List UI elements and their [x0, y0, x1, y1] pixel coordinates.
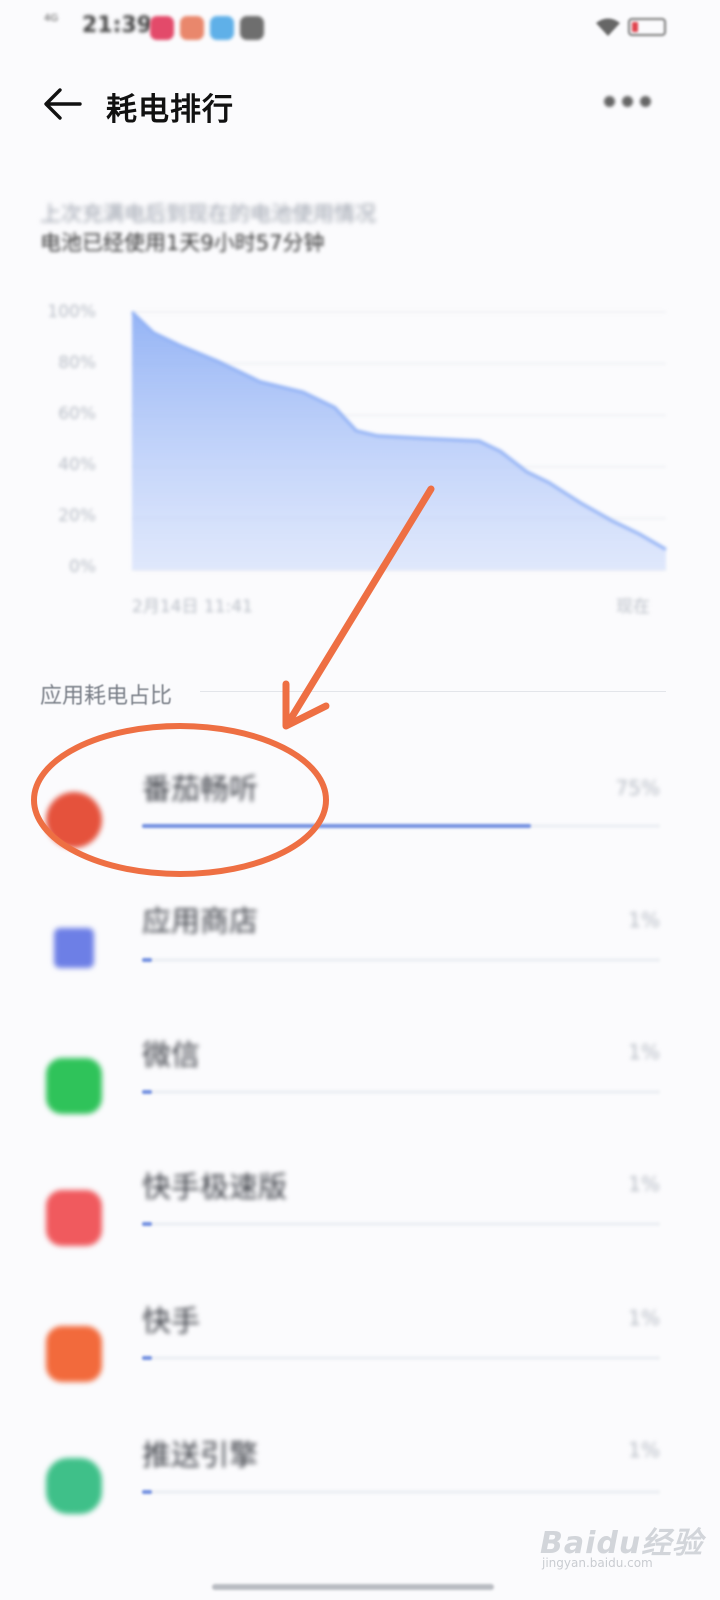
notification-icon — [180, 16, 204, 40]
notification-icon — [240, 16, 264, 40]
usage-fill — [142, 1090, 153, 1094]
watermark-url: jingyan.baidu.com — [542, 1556, 653, 1570]
usage-bar — [142, 824, 660, 828]
usage-fill — [142, 1490, 153, 1494]
app-row-kuaishou-lite[interactable]: 快手极速版 1% — [0, 1136, 720, 1268]
status-bar: 4G 21:39 — [0, 0, 720, 56]
usage-fill — [142, 958, 153, 962]
app-percent: 1% — [628, 1306, 660, 1330]
arrow-left-icon — [44, 88, 82, 120]
more-dots-icon — [604, 96, 615, 107]
usage-fill — [142, 824, 531, 828]
x-tick-start: 2月14日 11:41 — [132, 597, 253, 617]
status-time: 21:39 — [82, 13, 153, 38]
section-title: 应用耗电占比 — [40, 684, 173, 709]
app-name: 微信 — [142, 1038, 201, 1072]
app-store-icon — [54, 928, 94, 968]
summary-caption: 上次充满电后到现在的电池使用情况 — [40, 202, 376, 226]
wechat-icon — [46, 1058, 102, 1114]
usage-bar — [142, 958, 660, 962]
app-row-wechat[interactable]: 微信 1% — [0, 1004, 720, 1136]
app-name: 快手 — [142, 1304, 201, 1338]
wifi-icon — [596, 18, 620, 36]
usage-bar — [142, 1090, 660, 1094]
section-divider — [200, 691, 666, 692]
usage-bar — [142, 1222, 660, 1226]
home-indicator[interactable] — [212, 1584, 494, 1590]
battery-icon — [628, 18, 666, 36]
app-percent: 1% — [628, 1172, 660, 1196]
kuaishou-lite-icon — [46, 1190, 102, 1246]
push-engine-icon — [46, 1458, 102, 1514]
app-bar: 耗电排行 — [0, 56, 720, 148]
usage-bar — [142, 1356, 660, 1360]
battery-usage-duration: 电池已经使用1天9小时57分钟 — [40, 231, 325, 255]
battery-ranking-screen: 4G 21:39 耗电排行 上次充满电后到现在的电池使用情况 电池已经使用1天9… — [0, 0, 720, 1600]
app-percent: 1% — [628, 1040, 660, 1064]
tomato-app-icon — [46, 792, 102, 848]
usage-fill — [142, 1356, 153, 1360]
watermark: Baidu经验 jingyan.baidu.com — [540, 1518, 702, 1574]
network-indicator: 4G — [44, 13, 59, 24]
app-percent: 1% — [628, 1438, 660, 1462]
battery-level-chart: 100% 80% 60% 40% 20% 0% 2月14日 11:41 现在 — [0, 290, 720, 630]
notification-icon — [150, 16, 174, 40]
app-percent: 75% — [615, 776, 660, 800]
app-row-app-store[interactable]: 应用商店 1% — [0, 872, 720, 1004]
app-row-push-engine[interactable]: 推送引擎 1% — [0, 1400, 720, 1532]
app-name: 应用商店 — [142, 904, 259, 938]
app-name: 快手极速版 — [142, 1170, 288, 1204]
battery-level-area — [132, 312, 666, 570]
more-options-button[interactable] — [598, 86, 658, 116]
usage-bar — [142, 1490, 660, 1494]
app-row-kuaishou[interactable]: 快手 1% — [0, 1268, 720, 1400]
back-button[interactable] — [38, 80, 86, 128]
page-title: 耗电排行 — [106, 92, 234, 128]
x-tick-end: 现在 — [616, 597, 650, 617]
chart-plot — [130, 310, 667, 571]
kuaishou-icon — [46, 1326, 102, 1382]
notification-icon — [210, 16, 234, 40]
app-row-tomato[interactable]: 番茄畅听 75% — [0, 740, 720, 872]
app-name: 番茄畅听 — [142, 772, 259, 806]
usage-fill — [142, 1222, 153, 1226]
app-percent: 1% — [628, 908, 660, 932]
app-name: 推送引擎 — [142, 1438, 259, 1472]
